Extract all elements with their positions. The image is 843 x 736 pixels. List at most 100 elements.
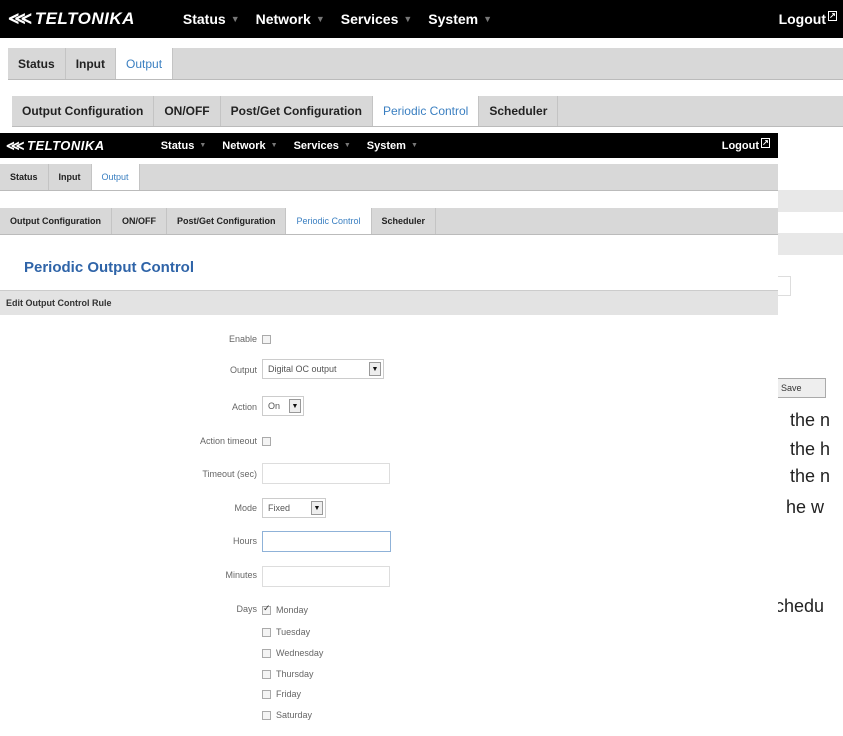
- menu-arrow-icon: ▼: [343, 142, 351, 149]
- front-tab-label: Output Configuration: [10, 216, 101, 226]
- front-brand-text: TELTONIKA: [27, 138, 105, 153]
- timeout-input[interactable]: [262, 463, 390, 484]
- front-menu-system[interactable]: System ▼: [367, 140, 434, 152]
- section-header: Edit Output Control Rule: [0, 290, 778, 315]
- front-menu-status[interactable]: Status ▼: [161, 140, 223, 152]
- chevron-down-icon: ▼: [311, 501, 323, 515]
- back-brand-logo[interactable]: ⋘ TELTONIKA: [8, 9, 135, 29]
- back-menu-services-label: Services: [340, 11, 399, 27]
- back-brand-text: TELTONIKA: [34, 9, 135, 28]
- front-tab-bar: Output Configuration ON/OFF Post/Get Con…: [0, 208, 778, 235]
- front-brand-logo[interactable]: ⋘ TELTONIKA: [6, 138, 105, 154]
- back-tab-postget[interactable]: Post/Get Configuration: [221, 96, 373, 126]
- back-subtab-status[interactable]: Status: [8, 48, 66, 79]
- front-tab-postget[interactable]: Post/Get Configuration: [167, 208, 287, 234]
- day-label-tuesday: Tuesday: [276, 627, 311, 637]
- day-checkbox-thursday[interactable]: [262, 670, 271, 679]
- back-tab-label: Output Configuration: [22, 104, 144, 118]
- front-window: ⋘ TELTONIKA Status ▼ Network ▼ Services ▼ S…: [0, 133, 778, 736]
- front-tab-label: Post/Get Configuration: [176, 216, 276, 226]
- day-label-monday: Monday: [276, 605, 309, 615]
- day-label-friday: Friday: [276, 689, 302, 699]
- days-label: Days: [236, 604, 257, 614]
- menu-arrow-icon: ▼: [199, 142, 207, 149]
- bg-text-line: the n: [790, 466, 831, 486]
- bg-text-line: he w: [786, 497, 825, 517]
- day-checkbox-saturday[interactable]: [262, 711, 271, 720]
- mode-select-value: Fixed: [268, 503, 291, 513]
- back-save-button[interactable]: Save: [778, 378, 826, 398]
- minutes-label: Minutes: [225, 570, 257, 580]
- back-menu-status[interactable]: Status ▼: [183, 11, 256, 27]
- front-logout-link[interactable]: Logout ↗: [722, 137, 770, 152]
- back-main-menu: Status ▼ Network ▼ Services ▼ System ▼: [183, 11, 508, 27]
- enable-checkbox[interactable]: [262, 335, 271, 344]
- front-tab-output-configuration[interactable]: Output Configuration: [0, 208, 112, 234]
- front-tab-label: Periodic Control: [296, 216, 361, 226]
- back-menu-network-label: Network: [255, 11, 311, 27]
- hours-input[interactable]: [262, 531, 391, 552]
- back-tab-scheduler[interactable]: Scheduler: [479, 96, 559, 126]
- action-timeout-checkbox[interactable]: [262, 437, 271, 446]
- menu-arrow-icon: ▼: [410, 142, 418, 149]
- front-menu-network[interactable]: Network ▼: [222, 140, 293, 152]
- day-checkbox-tuesday[interactable]: [262, 628, 271, 637]
- action-select-value: On: [268, 401, 281, 411]
- menu-arrow-icon: ▼: [403, 14, 413, 24]
- minutes-input[interactable]: [262, 566, 390, 587]
- front-menu-status-label: Status: [160, 139, 195, 152]
- front-menu-services[interactable]: Services ▼: [294, 140, 367, 152]
- back-menu-system[interactable]: System ▼: [428, 11, 508, 27]
- mode-select[interactable]: Fixed ▼: [262, 498, 326, 518]
- back-menu-services[interactable]: Services ▼: [341, 11, 429, 27]
- bg-text-line: the n: [790, 410, 831, 430]
- output-label: Output: [229, 365, 257, 375]
- section-title: Edit Output Control Rule: [6, 298, 112, 308]
- day-checkbox-wednesday[interactable]: [262, 649, 271, 658]
- back-subtab-bar: Status Input Output: [8, 48, 843, 80]
- page-title: Periodic Output Control: [24, 259, 194, 276]
- action-select[interactable]: On ▼: [262, 396, 304, 416]
- back-logout-link[interactable]: Logout ↗: [779, 11, 837, 27]
- day-checkbox-monday[interactable]: [262, 603, 271, 615]
- front-tab-periodic-control[interactable]: Periodic Control: [286, 208, 372, 234]
- front-subtab-output[interactable]: Output: [91, 164, 140, 190]
- action-label: Action: [231, 402, 257, 412]
- back-subtab-output[interactable]: Output: [116, 48, 174, 79]
- back-tab-onoff[interactable]: ON/OFF: [154, 96, 221, 126]
- back-tab-output-configuration[interactable]: Output Configuration: [12, 96, 155, 126]
- logout-icon: ↗: [828, 11, 837, 21]
- front-tab-label: Scheduler: [381, 216, 426, 226]
- back-subtab-status-label: Status: [18, 56, 55, 71]
- day-label-wednesday: Wednesday: [276, 648, 324, 658]
- teltonika-logo-icon: ⋘: [8, 9, 33, 28]
- front-subtab-status-label: Status: [10, 172, 38, 182]
- front-subtab-status[interactable]: Status: [0, 164, 49, 190]
- menu-arrow-icon: ▼: [230, 14, 240, 24]
- front-tab-scheduler[interactable]: Scheduler: [372, 208, 437, 234]
- front-tab-label: ON/OFF: [121, 216, 156, 226]
- front-main-menu: Status ▼ Network ▼ Services ▼ System ▼: [161, 140, 434, 152]
- menu-arrow-icon: ▼: [315, 14, 325, 24]
- back-section-bar: [778, 190, 843, 212]
- back-subtab-input[interactable]: Input: [66, 48, 117, 79]
- output-select[interactable]: Digital OC output ▼: [262, 359, 384, 379]
- back-save-label: Save: [781, 383, 802, 393]
- output-select-value: Digital OC output: [268, 364, 337, 374]
- enable-label: Enable: [228, 334, 257, 344]
- day-label-thursday: Thursday: [276, 669, 314, 679]
- front-menu-services-label: Services: [293, 139, 339, 152]
- front-subtab-input[interactable]: Input: [49, 164, 92, 190]
- front-subtab-output-label: Output: [101, 172, 129, 182]
- back-tab-periodic-control[interactable]: Periodic Control: [372, 96, 480, 126]
- day-checkbox-friday[interactable]: [262, 690, 271, 699]
- back-menu-network[interactable]: Network ▼: [256, 11, 341, 27]
- front-menu-system-label: System: [366, 139, 406, 152]
- front-tab-onoff[interactable]: ON/OFF: [112, 208, 167, 234]
- back-menu-status-label: Status: [182, 11, 226, 27]
- day-label-saturday: Saturday: [276, 710, 313, 720]
- mode-label: Mode: [234, 503, 257, 513]
- back-logout-label: Logout: [778, 11, 826, 27]
- back-tab-label: Scheduler: [489, 104, 548, 118]
- back-tab-label: Periodic Control: [382, 104, 469, 118]
